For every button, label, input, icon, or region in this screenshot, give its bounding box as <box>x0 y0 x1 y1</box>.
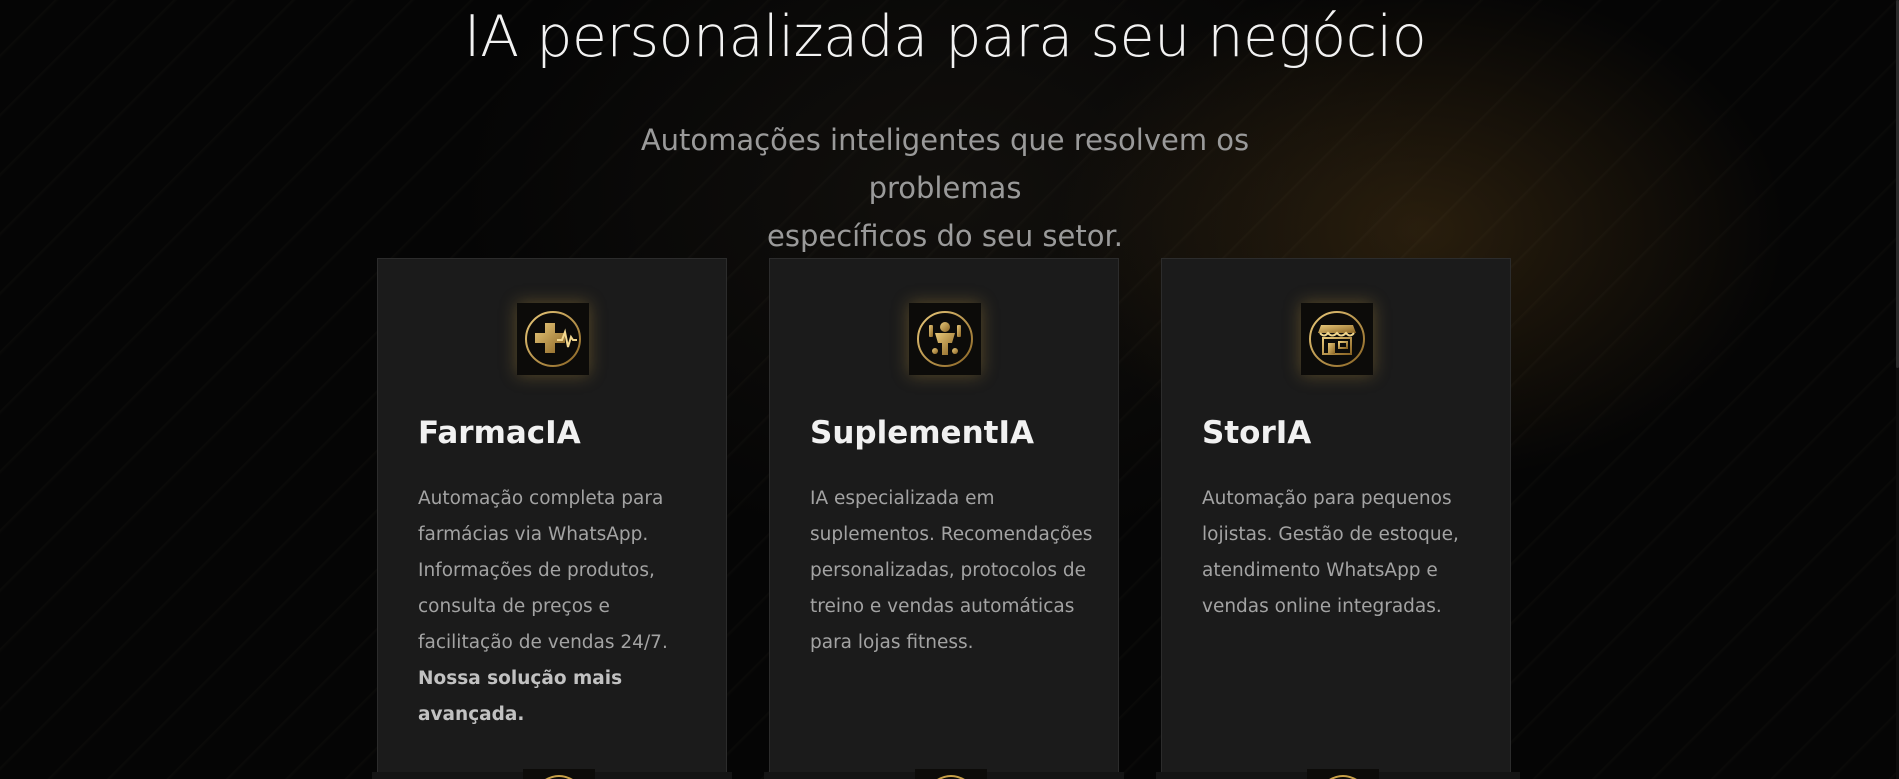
card-description-text: Automação para pequenos lojistas. Gestão… <box>1202 488 1459 617</box>
card-description-text: Automação completa para farmácias via Wh… <box>418 488 668 653</box>
page-subtitle: Automações inteligentes que resolvem os … <box>560 116 1330 260</box>
fitness-athlete-icon <box>909 303 981 375</box>
subtitle-line-2: específicos do seu setor. <box>767 219 1123 253</box>
card-farmacia[interactable]: FarmacIA Automação completa para farmáci… <box>377 258 727 779</box>
card-description: Automação completa para farmácias via Wh… <box>418 481 708 733</box>
subtitle-line-1: Automações inteligentes que resolvem os … <box>640 123 1250 205</box>
card-title: FarmacIA <box>418 415 581 451</box>
card-title: SuplementIA <box>810 415 1034 451</box>
card-suplementia[interactable]: SuplementIA IA especializada em suplemen… <box>769 258 1119 779</box>
card-highlight: Nossa solução mais avançada. <box>418 668 623 725</box>
next-section-icon <box>1307 769 1379 779</box>
next-section-icon <box>915 769 987 779</box>
card-storia[interactable]: StorIA Automação para pequenos lojistas.… <box>1161 258 1511 779</box>
card-title: StorIA <box>1202 415 1312 451</box>
page-title: IA personalizada para seu negócio <box>463 4 1427 70</box>
page: IA personalizada para seu negócio Automa… <box>0 0 1899 779</box>
card-description-text: IA especializada em suplementos. Recomen… <box>810 488 1093 653</box>
card-description: IA especializada em suplementos. Recomen… <box>810 481 1100 661</box>
storefront-icon <box>1301 303 1373 375</box>
next-section-icon <box>523 769 595 779</box>
card-description: Automação para pequenos lojistas. Gestão… <box>1202 481 1492 625</box>
pharmacy-cross-icon <box>517 303 589 375</box>
